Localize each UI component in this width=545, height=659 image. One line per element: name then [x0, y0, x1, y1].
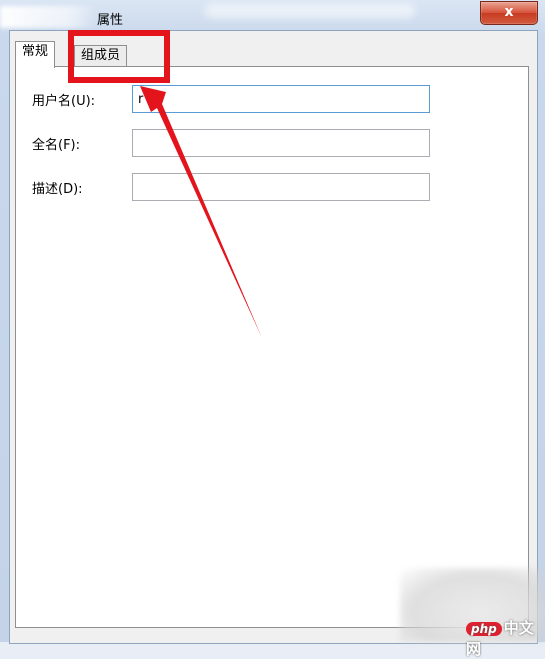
- properties-dialog: 属性 x 常规 组成员 用户名(U): 全名(F): 描述(D): 确定 取消 …: [0, 0, 545, 658]
- tab-member-of[interactable]: 组成员: [74, 45, 128, 67]
- tab-general[interactable]: 常规: [15, 41, 56, 68]
- username-field[interactable]: [132, 85, 430, 113]
- title-glow: [205, 4, 415, 18]
- username-label: 用户名(U):: [32, 94, 96, 109]
- title-redacted-area: [0, 6, 98, 28]
- window-title: 属性: [97, 13, 124, 28]
- watermark-logo: php: [466, 622, 502, 636]
- title-bar[interactable]: 属性 x: [0, 0, 545, 34]
- close-button[interactable]: x: [480, 1, 538, 25]
- description-label: 描述(D):: [32, 182, 83, 197]
- dialog-body: 常规 组成员 用户名(U): 全名(F): 描述(D):: [9, 30, 538, 644]
- fullname-label: 全名(F):: [32, 138, 81, 153]
- description-field[interactable]: [132, 173, 430, 201]
- general-tab-panel: 用户名(U): 全名(F): 描述(D):: [15, 66, 529, 628]
- watermark: php 中文网: [466, 617, 545, 659]
- fullname-field[interactable]: [132, 129, 430, 157]
